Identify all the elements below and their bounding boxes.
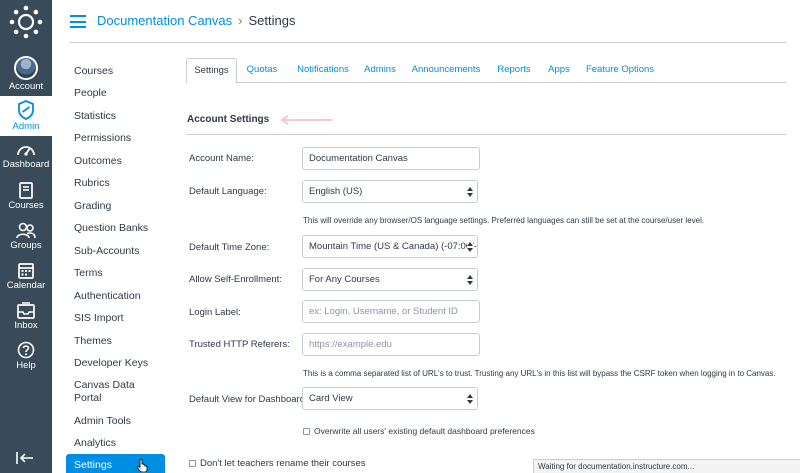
tab-quotas[interactable]: Quotas — [242, 58, 282, 83]
nav-calendar[interactable]: Calendar — [0, 262, 52, 296]
tab-apps[interactable]: Apps — [544, 58, 574, 83]
sub-nav-question-banks[interactable]: Question Banks — [66, 222, 165, 235]
select-caret-icon — [467, 241, 473, 253]
canvas-logo-icon[interactable] — [9, 5, 43, 39]
default-language-help: This will override any browser/OS langua… — [303, 216, 705, 225]
hamburger-menu-icon[interactable] — [70, 15, 86, 28]
sub-nav-settings[interactable]: Settings — [66, 454, 165, 473]
overwrite-preferences-checkbox[interactable]: Overwrite all users' existing default da… — [303, 426, 535, 436]
sub-nav-sub-accounts[interactable]: Sub-Accounts — [66, 245, 165, 258]
page-header: Documentation Canvas › Settings — [52, 0, 800, 44]
default-language-value: English (US) — [309, 186, 363, 197]
login-label-label: Login Label: — [189, 307, 241, 318]
tab-announcements[interactable]: Announcements — [410, 58, 482, 83]
tab-admins[interactable]: Admins — [361, 58, 399, 83]
http-referers-help: This is a comma separated list of URL's … — [303, 369, 776, 378]
settings-tabs: Settings Quotas Notifications Admins Ann… — [186, 58, 786, 84]
sub-nav-permissions[interactable]: Permissions — [66, 132, 165, 145]
sub-nav-analytics[interactable]: Analytics — [66, 437, 165, 450]
help-icon — [17, 341, 35, 359]
breadcrumb-current: Settings — [248, 13, 296, 28]
default-language-select[interactable]: English (US) — [302, 180, 478, 203]
tab-settings[interactable]: Settings — [186, 58, 237, 84]
breadcrumb-separator-icon: › — [238, 13, 243, 28]
breadcrumb-root-link[interactable]: Documentation Canvas — [97, 13, 232, 28]
nav-groups[interactable]: Groups — [0, 222, 52, 256]
collapse-nav-icon[interactable] — [16, 452, 34, 464]
nav-admin-label: Admin — [12, 121, 40, 132]
self-enrollment-select[interactable]: For Any Courses — [302, 268, 478, 291]
default-view-label: Default View for Dashboard: — [189, 394, 308, 405]
inbox-icon — [17, 302, 35, 319]
sub-nav-sis-import[interactable]: SIS Import — [66, 312, 165, 325]
sub-nav-admin-tools[interactable]: Admin Tools — [66, 415, 165, 428]
user-avatar — [14, 56, 38, 80]
header-divider — [70, 42, 786, 43]
tab-reports[interactable]: Reports — [492, 58, 536, 83]
sub-nav-outcomes[interactable]: Outcomes — [66, 155, 165, 168]
section-divider — [186, 134, 786, 135]
sub-nav-rubrics[interactable]: Rubrics — [66, 177, 165, 190]
global-navigation: Account Admin Dashboard Courses Groups C… — [0, 0, 52, 473]
tab-notifications[interactable]: Notifications — [290, 58, 356, 83]
http-referers-label: Trusted HTTP Referers: — [189, 339, 290, 350]
sub-nav-people[interactable]: People — [66, 87, 165, 100]
sub-nav-statistics[interactable]: Statistics — [66, 110, 165, 123]
nav-account[interactable]: Account — [0, 56, 52, 94]
sub-nav-courses[interactable]: Courses — [66, 65, 165, 78]
sub-nav-authentication[interactable]: Authentication — [66, 290, 165, 303]
http-referers-input[interactable] — [302, 333, 480, 356]
nav-groups-label: Groups — [10, 240, 42, 251]
nav-courses-label: Courses — [8, 200, 44, 211]
people-icon — [16, 222, 36, 239]
select-caret-icon — [467, 187, 473, 197]
default-time-zone-select[interactable]: Mountain Time (US & Canada) (-07:00/-0 — [302, 235, 478, 258]
account-name-label: Account Name: — [189, 153, 254, 164]
checkbox-box[interactable] — [303, 427, 310, 435]
sub-nav-terms[interactable]: Terms — [66, 267, 165, 280]
login-label-input[interactable] — [302, 300, 480, 323]
sub-nav-developer-keys[interactable]: Developer Keys — [66, 357, 165, 370]
rename-courses-checkbox[interactable]: Don't let teachers rename their courses — [189, 458, 366, 469]
breadcrumb: Documentation Canvas › Settings — [97, 13, 295, 28]
calendar-icon — [18, 263, 34, 279]
nav-courses[interactable]: Courses — [0, 182, 52, 216]
arrow-left-icon — [280, 115, 332, 125]
account-name-input[interactable] — [302, 147, 480, 170]
nav-admin[interactable]: Admin — [0, 96, 52, 136]
default-time-zone-label: Default Time Zone: — [189, 242, 270, 253]
browser-status-bar: Waiting for documentation.instructure.co… — [533, 459, 800, 473]
nav-calendar-label: Calendar — [6, 280, 46, 291]
default-language-label: Default Language: — [189, 186, 267, 197]
nav-dashboard[interactable]: Dashboard — [0, 142, 52, 176]
sub-nav-themes[interactable]: Themes — [66, 335, 165, 348]
overwrite-preferences-label: Overwrite all users' existing default da… — [314, 426, 535, 436]
sub-nav-canvas-data-portal[interactable]: Canvas Data Portal — [66, 379, 146, 405]
select-caret-icon — [467, 275, 473, 285]
nav-help[interactable]: Help — [0, 341, 52, 375]
book-icon — [19, 182, 33, 199]
select-caret-icon — [467, 394, 473, 404]
default-view-value: Card View — [309, 393, 353, 404]
speedometer-icon — [17, 146, 35, 156]
default-time-zone-value: Mountain Time (US & Canada) (-07:00/-0 — [309, 241, 478, 252]
nav-help-label: Help — [16, 360, 36, 371]
nav-inbox[interactable]: Inbox — [0, 302, 52, 336]
sub-nav-grading[interactable]: Grading — [66, 200, 165, 213]
hand-pointer-icon — [137, 459, 148, 472]
self-enrollment-value: For Any Courses — [309, 274, 380, 285]
nav-inbox-label: Inbox — [14, 320, 38, 331]
nav-account-label: Account — [8, 81, 44, 92]
section-title: Account Settings — [187, 114, 270, 125]
shield-icon — [18, 100, 34, 120]
rename-courses-label: Don't let teachers rename their courses — [200, 458, 366, 469]
tab-feature-options[interactable]: Feature Options — [584, 58, 656, 83]
nav-dashboard-label: Dashboard — [2, 159, 50, 170]
self-enrollment-label: Allow Self-Enrollment: — [189, 274, 282, 285]
checkbox-box[interactable] — [189, 460, 196, 467]
default-view-select[interactable]: Card View — [302, 387, 478, 410]
